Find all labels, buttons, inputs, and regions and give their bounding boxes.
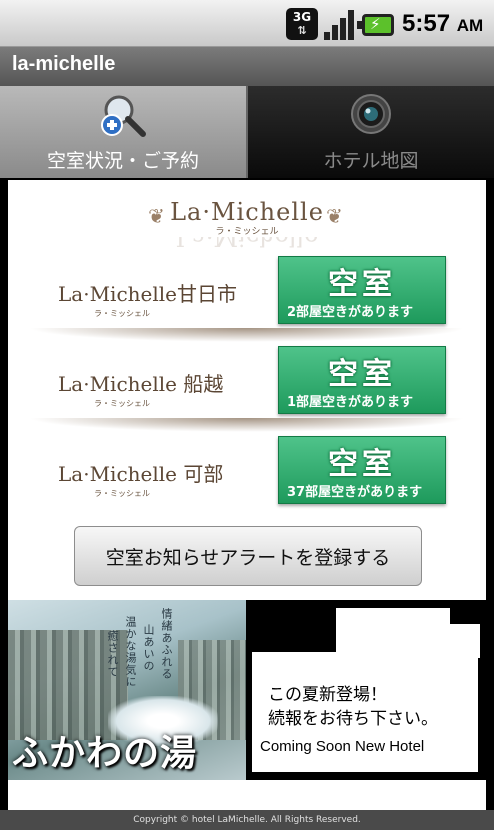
search-plus-icon [101, 95, 146, 137]
flourish-left-icon: ❦ [148, 204, 165, 228]
hotel-kana: ラ・ミッシェル [94, 309, 150, 318]
banner-vertical-text: 癒されて [106, 630, 119, 678]
signal-strength-icon [324, 10, 356, 40]
vacancy-button[interactable]: 空室 37部屋空きがあります [278, 436, 446, 504]
row-divider [28, 418, 466, 432]
vacancy-alert-register-button[interactable]: 空室お知らせアラートを登録する [74, 526, 422, 586]
hotel-kana: ラ・ミッシェル [94, 399, 150, 408]
network-3g-icon: 3G ⇅ [286, 8, 318, 40]
hotel-kana: ラ・ミッシェル [94, 489, 150, 498]
coming-soon-line1: この夏新登場！ [268, 685, 387, 705]
hotel-row-funakoshi[interactable]: La·Michelle 船越 ラ・ミッシェル 空室 1部屋空きがあります [8, 346, 486, 432]
hotel-name: La·Michelle 船越 [58, 372, 224, 396]
vacancy-button[interactable]: 空室 1部屋空きがあります [278, 346, 446, 414]
app-title: la-michelle [12, 53, 116, 75]
banner-vertical-text: 温かな湯気に [124, 616, 137, 688]
battery-charging-icon: ⚡ [357, 14, 394, 36]
coming-soon-english: Coming Soon New Hotel [260, 738, 425, 755]
onsen-title: ふかわの湯 [12, 732, 198, 774]
clock: 5:57 AM [402, 10, 483, 38]
footer: Copyright © hotel LaMichelle. All Rights… [0, 810, 494, 830]
tab-label: ホテル地図 [323, 150, 419, 172]
vacancy-rooms: 1部屋空きがあります [287, 395, 414, 410]
flourish-right-icon: ❦ [326, 204, 343, 228]
vacancy-rooms: 2部屋空きがあります [287, 305, 414, 320]
clock-ampm: AM [456, 16, 484, 35]
copyright-text: Copyright © hotel LaMichelle. All Rights… [133, 815, 361, 825]
banner-vertical-text: 山あいの [142, 624, 155, 672]
network-label: 3G [292, 10, 312, 24]
vacancy-status: 空室 [328, 447, 396, 482]
app-title-bar: la-michelle [0, 46, 494, 86]
main-content: La·Michelle ラ・ミッシェル La·Michelle ❦ ❦ La·M… [8, 180, 486, 810]
brand-kana: ラ・ミッシェル [215, 227, 279, 237]
coming-soon-line2: 続報をお待ち下さい。 [268, 709, 438, 729]
vacancy-button[interactable]: 空室 2部屋空きがあります [278, 256, 446, 324]
tab-hotel-map[interactable]: ホテル地図 [246, 86, 494, 178]
row-divider [28, 328, 466, 342]
hotel-row-kabe[interactable]: La·Michelle 可部 ラ・ミッシェル 空室 37部屋空きがあります [8, 436, 486, 522]
status-bar: 3G ⇅ ⚡ 5:57 AM [0, 0, 494, 46]
brand-logo: La·Michelle ラ・ミッシェル La·Michelle [8, 198, 486, 251]
alert-button-label: 空室お知らせアラートを登録する [105, 546, 391, 569]
tab-label: 空室状況・ご予約 [46, 150, 199, 172]
vacancy-rooms: 37部屋空きがあります [287, 485, 423, 500]
vacancy-status: 空室 [328, 357, 396, 392]
hotel-name: La·Michelle甘日市 [58, 282, 237, 306]
data-arrows-icon: ⇅ [297, 24, 307, 37]
clock-time: 5:57 [402, 10, 451, 37]
brand-name: La·Michelle [170, 198, 324, 226]
tab-vacancy-reservation[interactable]: 空室状況・ご予約 [0, 86, 246, 178]
onsen-banner[interactable]: 情緒あふれる 山あいの 温かな湯気に 癒されて ふかわの湯 [8, 600, 246, 780]
vacancy-status: 空室 [328, 267, 396, 302]
hotel-row-hatsukaichi[interactable]: La·Michelle甘日市 ラ・ミッシェル 空室 2部屋空きがあります [8, 256, 486, 342]
camera-lens-icon [351, 94, 391, 134]
hotel-name: La·Michelle 可部 [58, 462, 224, 486]
tab-bar: 空室状況・ご予約 ホテル地図 [0, 86, 494, 178]
banner-vertical-text: 情緒あふれる [160, 608, 173, 680]
coming-soon-banner[interactable]: この夏新登場！ 続報をお待ち下さい。 Coming Soon New Hotel [246, 600, 486, 780]
brand-reflection: La·Michelle [175, 237, 319, 251]
